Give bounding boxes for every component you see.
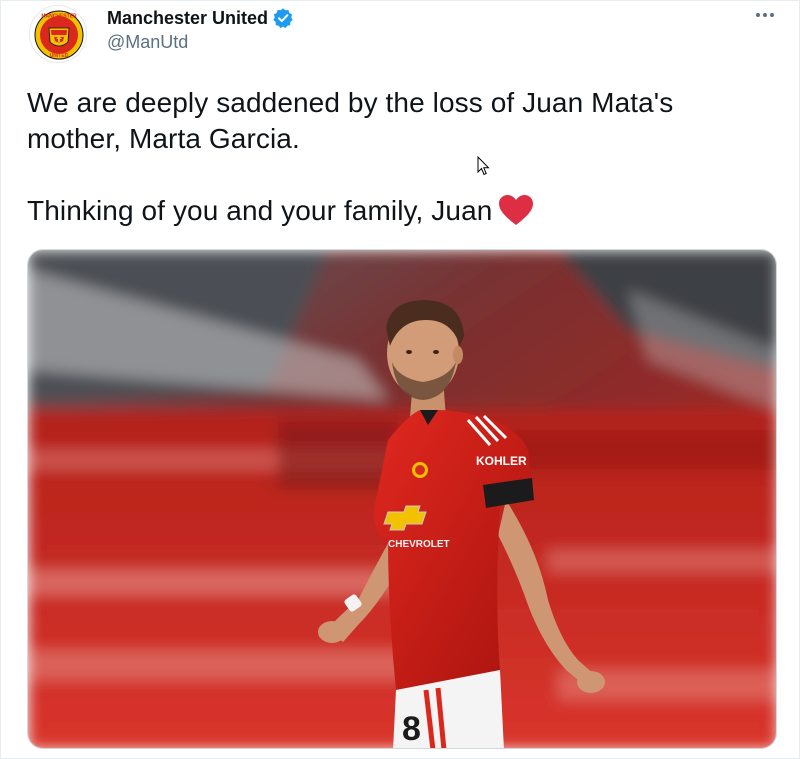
crest-text-top: MANCHESTER [41,14,77,20]
account-handle[interactable]: @ManUtd [107,32,188,53]
mouse-cursor-icon [477,155,491,176]
manchester-united-crest-icon: MANCHESTER UNITED [32,8,86,62]
shirt-number-text: 8 [402,710,421,748]
tweet-text-line1: We are deeply saddened by the loss of Ju… [27,87,674,154]
verified-badge-icon [272,7,294,29]
avatar[interactable]: MANCHESTER UNITED [29,5,87,63]
tweet-card: MANCHESTER UNITED Manchester United @Man… [0,0,800,759]
tweet-media-photo[interactable]: KOHLER CHEVROLET 8 [27,249,777,749]
account-name-row: Manchester United [107,7,294,29]
tweet-text-line2: Thinking of you and your family, Juan [27,193,767,229]
display-name[interactable]: Manchester United [107,8,268,29]
crest-text-bottom: UNITED [50,53,69,59]
red-heart-icon [498,194,534,226]
more-options-icon[interactable] [749,3,781,27]
tweet-text: We are deeply saddened by the loss of Ju… [27,85,767,229]
tweet-text-line2-text: Thinking of you and your family, Juan [27,195,493,226]
chest-sponsor-text: CHEVROLET [388,539,450,550]
sleeve-sponsor-text: KOHLER [476,454,527,468]
